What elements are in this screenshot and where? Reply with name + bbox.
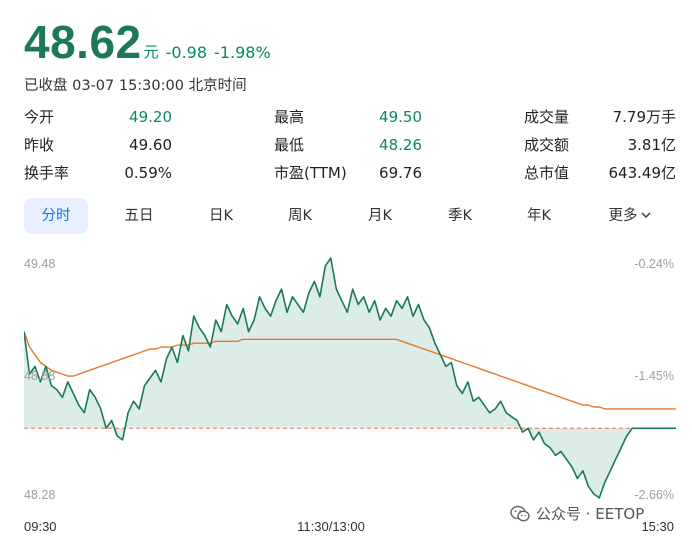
x-label-close: 15:30	[641, 519, 674, 534]
stat-label: 总市值	[524, 164, 570, 182]
stat-item: 市盈(TTM) 69.76	[274, 162, 422, 184]
intraday-chart-svg: 49.48 48.88 48.28 -0.24% -1.45% -2.66% 09:30 11…	[23, 257, 676, 534]
y-label-right-mid: -1.45%	[634, 369, 674, 383]
current-price: 48.62	[24, 16, 142, 68]
tab-label: 日K	[208, 208, 233, 224]
stat-item: 成交量 7.79万手	[524, 106, 676, 128]
stat-value: 3.81亿	[627, 136, 676, 154]
stat-label: 换手率	[24, 164, 70, 182]
stock-quote-card: 48.62 元 -0.98 -1.98% 已收盘 03-07 15:30:00 …	[10, 0, 686, 545]
tab-0[interactable]: 分时	[24, 198, 88, 234]
market-status: 已收盘 03-07 15:30:00 北京时间	[24, 78, 247, 94]
tab-1[interactable]: 五日	[111, 198, 167, 234]
intraday-chart: 49.48 48.88 48.28 -0.24% -1.45% -2.66% 09:30 11…	[23, 248, 676, 542]
x-label-midday: 11:30/13:00	[297, 519, 365, 534]
stat-value: 69.76	[379, 164, 422, 182]
tab-label: 五日	[124, 208, 154, 224]
tab-label: 更多	[608, 208, 638, 224]
watermark: 公众号 · EETOP	[510, 503, 644, 524]
tab-3[interactable]: 周K	[272, 198, 328, 234]
stat-value: 0.59%	[124, 164, 172, 182]
chart-tabs: 分时 五日 日K 周K 月K 季K 年K 更多	[24, 198, 676, 234]
price-row: 48.62 元 -0.98 -1.98%	[24, 16, 271, 68]
price-change: -0.98	[165, 43, 208, 62]
tab-6[interactable]: 年K	[511, 198, 567, 234]
stat-item: 今开 49.20	[24, 106, 172, 128]
stat-value: 48.26	[379, 136, 422, 154]
watermark-text: 公众号 · EETOP	[536, 505, 645, 523]
chevron-down-icon	[641, 212, 650, 218]
stat-value: 49.50	[379, 108, 422, 126]
y-label-left-top: 49.48	[24, 257, 55, 271]
y-label-left-bottom: 48.28	[24, 488, 55, 502]
tab-4[interactable]: 月K	[352, 198, 408, 234]
stat-item: 换手率 0.59%	[24, 162, 172, 184]
tab-7[interactable]: 更多	[602, 198, 658, 234]
tab-label: 周K	[287, 208, 312, 224]
stat-item: 最高 49.50	[274, 106, 422, 128]
price-area-fill	[24, 258, 676, 498]
stat-label: 最高	[274, 108, 305, 126]
y-label-right-bottom: -2.66%	[634, 488, 674, 502]
stat-item: 总市值 643.49亿	[524, 162, 676, 184]
stat-item: 成交额 3.81亿	[524, 134, 676, 156]
stat-value: 49.20	[129, 108, 172, 126]
stat-label: 成交额	[524, 136, 570, 154]
tab-2[interactable]: 日K	[193, 198, 249, 234]
stat-label: 昨收	[24, 136, 55, 154]
price-unit: 元	[143, 43, 159, 61]
tab-5[interactable]: 季K	[432, 198, 488, 234]
stat-label: 成交量	[524, 108, 570, 126]
stat-item: 最低 48.26	[274, 134, 422, 156]
wechat-icon	[510, 505, 530, 521]
price-change-percent: -1.98%	[214, 43, 271, 62]
tab-label: 分时	[41, 208, 71, 224]
y-label-left-mid: 48.88	[24, 369, 55, 383]
tab-label: 年K	[526, 208, 551, 224]
stat-label: 今开	[24, 108, 55, 126]
stat-value: 49.60	[129, 136, 172, 154]
stat-label: 市盈(TTM)	[274, 164, 347, 182]
stat-value: 7.79万手	[612, 108, 676, 126]
x-label-open: 09:30	[24, 519, 57, 534]
tab-label: 季K	[447, 208, 472, 224]
stat-value: 643.49亿	[608, 164, 677, 182]
y-label-right-top: -0.24%	[634, 257, 674, 271]
tab-label: 月K	[367, 208, 392, 224]
stat-label: 最低	[274, 136, 305, 154]
stat-item: 昨收 49.60	[24, 134, 172, 156]
